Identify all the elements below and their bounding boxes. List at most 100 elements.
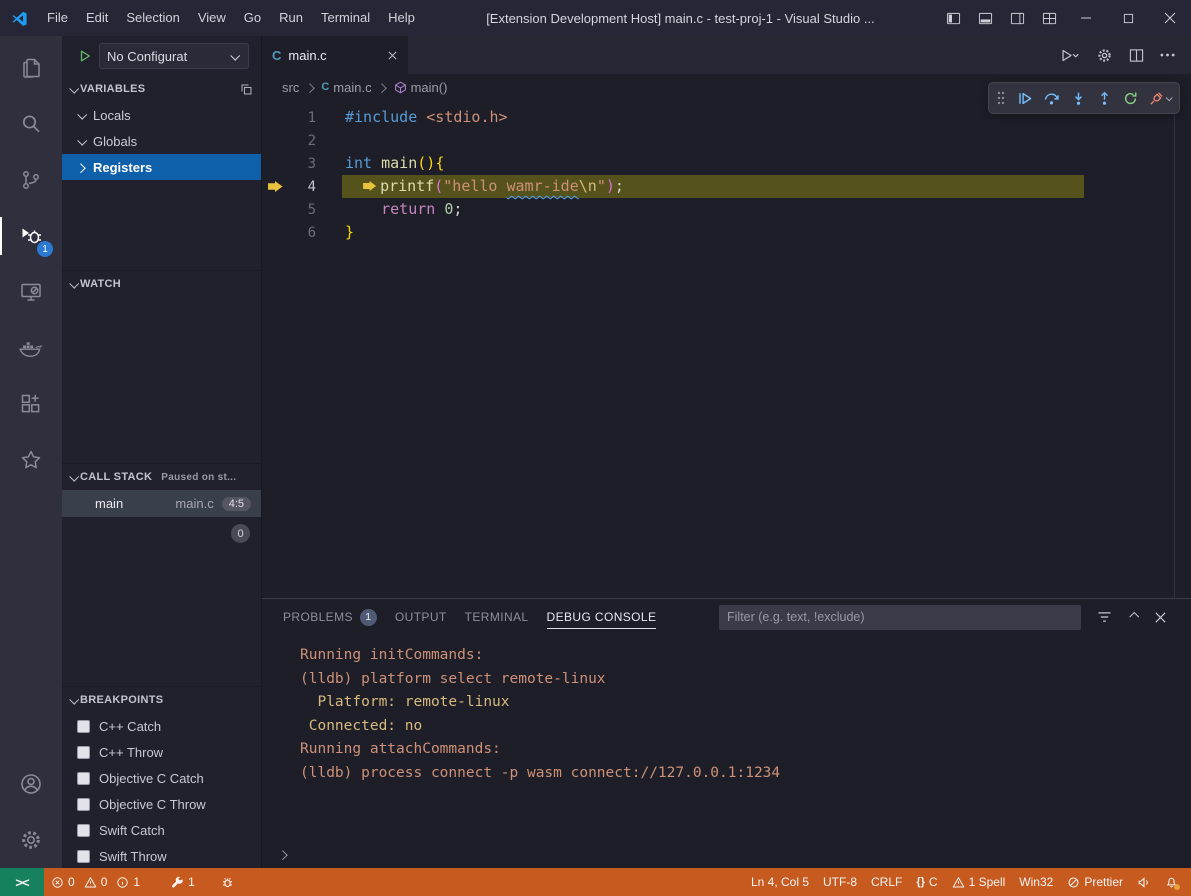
gutter-glyph-margin[interactable]: [262, 181, 288, 192]
breakpoint-checkbox[interactable]: [77, 850, 90, 863]
split-editor-icon[interactable]: [1129, 48, 1144, 63]
breakpoint-checkbox[interactable]: [77, 772, 90, 785]
inline-breakpoint-icon[interactable]: [363, 181, 376, 191]
problems-status[interactable]: 0 0 1: [44, 868, 152, 896]
close-tab-icon[interactable]: [387, 50, 398, 61]
maximize-button[interactable]: [1107, 0, 1149, 36]
close-button[interactable]: [1149, 0, 1191, 36]
drag-handle-icon[interactable]: [996, 90, 1006, 106]
minimize-button[interactable]: [1065, 0, 1107, 36]
watch-header[interactable]: WATCH: [62, 271, 261, 297]
step-into-icon[interactable]: [1071, 91, 1086, 106]
gear-icon[interactable]: [1096, 47, 1113, 64]
menu-terminal[interactable]: Terminal: [312, 0, 379, 36]
breakpoint-item[interactable]: Objective C Catch: [62, 765, 261, 791]
settings-gear-icon[interactable]: [0, 812, 62, 868]
tree-item-globals[interactable]: Globals: [62, 128, 261, 154]
tab-main-c[interactable]: C main.c: [262, 36, 408, 74]
run-menu-icon[interactable]: [1061, 49, 1080, 62]
restart-icon[interactable]: [1123, 91, 1138, 106]
breakpoint-checkbox[interactable]: [77, 746, 90, 759]
toggle-panel-icon[interactable]: [969, 0, 1001, 36]
activity-bar: 1: [0, 36, 62, 868]
breakpoint-item[interactable]: Objective C Throw: [62, 791, 261, 817]
code-editor[interactable]: 1#include <stdio.h>23int main(){4 printf…: [262, 100, 1191, 598]
step-out-icon[interactable]: [1097, 91, 1112, 106]
extensions-icon[interactable]: [0, 376, 62, 432]
notifications-bell-icon[interactable]: [1158, 868, 1185, 896]
code-line-4[interactable]: 4 printf("hello wamr-ide\n");: [262, 175, 1191, 198]
call-stack-header[interactable]: CALL STACK Paused on st...: [62, 464, 261, 490]
start-debug-icon[interactable]: [78, 49, 92, 63]
tree-item-locals[interactable]: Locals: [62, 102, 261, 128]
stack-frame-row[interactable]: main main.c 4:5: [62, 490, 261, 517]
breakpoint-item[interactable]: Swift Throw: [62, 843, 261, 868]
language-mode[interactable]: {} C: [909, 868, 944, 896]
close-panel-icon[interactable]: [1154, 611, 1167, 624]
breadcrumb-symbol[interactable]: main(): [411, 80, 448, 95]
breakpoints-section: BREAKPOINTS C++ CatchC++ Throw Objective …: [62, 686, 261, 868]
source-control-icon[interactable]: [0, 152, 62, 208]
variables-header[interactable]: VARIABLES: [62, 76, 261, 102]
toggle-secondary-sidebar-icon[interactable]: [1001, 0, 1033, 36]
console-input-row[interactable]: [262, 840, 1191, 868]
menu-go[interactable]: Go: [235, 0, 270, 36]
megaphone-icon[interactable]: [1130, 868, 1158, 896]
menu-edit[interactable]: Edit: [77, 0, 117, 36]
menu-help[interactable]: Help: [379, 0, 424, 36]
breakpoint-label: Objective C Catch: [99, 771, 204, 786]
breakpoints-header[interactable]: BREAKPOINTS: [62, 687, 261, 713]
remote-indicator[interactable]: ><: [0, 868, 44, 896]
encoding-indicator[interactable]: UTF-8: [816, 868, 864, 896]
remote-explorer-icon[interactable]: [0, 264, 62, 320]
breakpoint-checkbox[interactable]: [77, 720, 90, 733]
cursor-position[interactable]: Ln 4, Col 5: [744, 868, 816, 896]
breadcrumb-file[interactable]: main.c: [333, 80, 371, 95]
tab-output[interactable]: OUTPUT: [386, 599, 456, 635]
breakpoint-checkbox[interactable]: [77, 824, 90, 837]
code-line-3[interactable]: 3int main(){: [262, 152, 1191, 175]
eol-indicator[interactable]: CRLF: [864, 868, 909, 896]
platform-indicator[interactable]: Win32: [1012, 868, 1060, 896]
menu-selection[interactable]: Selection: [117, 0, 188, 36]
explorer-icon[interactable]: [0, 40, 62, 96]
tab-problems[interactable]: PROBLEMS 1: [274, 599, 386, 635]
disconnect-icon[interactable]: [1149, 91, 1172, 106]
breakpoint-item[interactable]: C++ Throw: [62, 739, 261, 765]
code-line-6[interactable]: 6}: [262, 221, 1191, 244]
code-line-5[interactable]: 5 return 0;: [262, 198, 1191, 221]
breakpoint-item[interactable]: Swift Catch: [62, 817, 261, 843]
search-icon[interactable]: [0, 96, 62, 152]
filter-lines-icon[interactable]: [1097, 611, 1112, 623]
scrollbar[interactable]: [1174, 100, 1175, 598]
debug-config-dropdown[interactable]: No Configurat: [99, 43, 249, 69]
account-icon[interactable]: [0, 756, 62, 812]
spell-checker-status[interactable]: 1 Spell: [945, 868, 1013, 896]
breakpoint-label: Objective C Throw: [99, 797, 206, 812]
breakpoint-item[interactable]: C++ Catch: [62, 713, 261, 739]
customize-layout-icon[interactable]: [1033, 0, 1065, 36]
run-debug-icon[interactable]: 1: [0, 208, 62, 264]
menu-run[interactable]: Run: [270, 0, 312, 36]
debug-status-icon[interactable]: [214, 868, 241, 896]
debug-config-row: No Configurat: [62, 36, 261, 76]
menu-view[interactable]: View: [189, 0, 235, 36]
menu-file[interactable]: File: [38, 0, 77, 36]
breadcrumb-folder[interactable]: src: [282, 80, 299, 95]
collapse-all-icon[interactable]: [240, 83, 253, 96]
more-actions-icon[interactable]: [1160, 53, 1175, 57]
tab-terminal[interactable]: TERMINAL: [456, 599, 538, 635]
continue-icon[interactable]: [1017, 91, 1032, 106]
toolchain-status[interactable]: 1: [164, 868, 202, 896]
maximize-panel-icon[interactable]: [1126, 610, 1140, 624]
breakpoint-checkbox[interactable]: [77, 798, 90, 811]
code-line-2[interactable]: 2: [262, 129, 1191, 152]
tree-item-registers[interactable]: Registers: [62, 154, 261, 180]
prettier-status[interactable]: Prettier: [1060, 868, 1130, 896]
filter-input[interactable]: [727, 610, 1073, 624]
toggle-primary-sidebar-icon[interactable]: [937, 0, 969, 36]
step-over-icon[interactable]: [1043, 91, 1060, 106]
star-icon[interactable]: [0, 432, 62, 488]
tab-debug-console[interactable]: DEBUG CONSOLE: [538, 599, 666, 635]
docker-icon[interactable]: [0, 320, 62, 376]
